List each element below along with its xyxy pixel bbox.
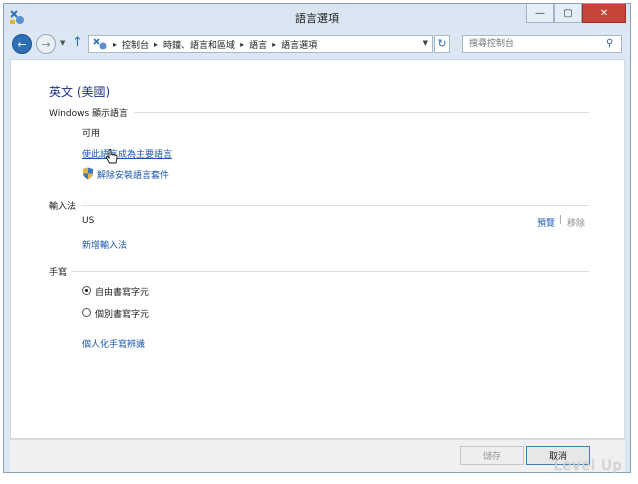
recent-pages-dropdown[interactable]: ▼ — [60, 39, 65, 47]
close-button[interactable]: ✕ — [582, 4, 626, 23]
address-bar[interactable]: ▸ 控制台 ▸ 時鐘、語言和區域 ▸ 語言 ▸ 語言選項 ▼ — [88, 35, 433, 53]
breadcrumb-item-language-options[interactable]: 語言選項 — [281, 38, 317, 51]
footer-bar: 儲存 取消 — [10, 439, 625, 472]
breadcrumb-separator: ▸ — [113, 39, 118, 49]
control-panel-icon — [93, 38, 107, 50]
personalize-handwriting-link[interactable]: 個人化手寫辨識 — [82, 337, 145, 350]
navigation-bar: ← → ▼ ↑ ▸ 控制台 ▸ 時鐘、語言和區域 ▸ 語言 ▸ 語言選項 ▼ ↻… — [4, 30, 630, 58]
hand-cursor-icon — [105, 149, 118, 164]
breadcrumb-item-control-panel[interactable]: 控制台 — [122, 38, 149, 51]
set-primary-language-link[interactable]: 使此語言成為主要語言 — [82, 147, 172, 160]
input-method-item: US — [82, 216, 95, 226]
refresh-button[interactable]: ↻ — [434, 35, 450, 53]
section-divider — [71, 271, 589, 272]
remove-link[interactable]: 移除 — [567, 216, 585, 229]
add-input-method-link[interactable]: 新增輸入法 — [82, 238, 127, 251]
language-options-window: 語言選項 — ▢ ✕ ← → ▼ ↑ ▸ 控制台 ▸ 時鐘、語言和區域 ▸ 語言… — [3, 3, 631, 473]
individual-handwriting-radio[interactable] — [82, 308, 91, 317]
breadcrumb-item-clock-language-region[interactable]: 時鐘、語言和區域 — [163, 38, 235, 51]
maximize-button[interactable]: ▢ — [554, 4, 582, 23]
watermark: Level Up — [554, 458, 623, 474]
display-language-status: 可用 — [82, 129, 101, 139]
address-dropdown-icon[interactable]: ▼ — [423, 39, 428, 47]
individual-handwriting-label[interactable]: 個別書寫字元 — [95, 307, 149, 320]
up-button[interactable]: ↑ — [72, 35, 83, 50]
freeform-handwriting-radio[interactable] — [82, 286, 91, 295]
section-divider — [81, 205, 589, 206]
uac-shield-icon — [83, 167, 93, 180]
section-divider — [134, 112, 589, 113]
main-content: 英文 (美國) Windows 顯示語言 可用 使此語言成為主要語言 解除安裝語… — [10, 59, 625, 439]
breadcrumb-separator[interactable]: ▸ — [272, 40, 276, 49]
back-button[interactable]: ← — [12, 34, 32, 54]
display-language-title: Windows 顯示語言 — [49, 109, 129, 119]
title-bar: 語言選項 — ▢ ✕ — [4, 4, 630, 30]
save-button[interactable]: 儲存 — [460, 446, 524, 465]
breadcrumb-separator[interactable]: ▸ — [154, 40, 158, 49]
search-icon[interactable]: ⚲ — [606, 38, 613, 49]
link-divider: | — [559, 215, 563, 225]
page-heading: 英文 (美國) — [49, 85, 111, 99]
preview-link[interactable]: 預覽 — [537, 216, 555, 229]
breadcrumb-separator[interactable]: ▸ — [240, 40, 244, 49]
minimize-button[interactable]: — — [526, 4, 554, 23]
uninstall-language-pack-link[interactable]: 解除安裝語言套件 — [97, 168, 169, 181]
input-method-title: 輸入法 — [49, 202, 77, 212]
breadcrumb-item-language[interactable]: 語言 — [249, 38, 267, 51]
search-input[interactable] — [462, 35, 622, 53]
freeform-handwriting-label[interactable]: 自由書寫字元 — [95, 285, 149, 298]
breadcrumb: ▸ 控制台 ▸ 時鐘、語言和區域 ▸ 語言 ▸ 語言選項 — [108, 38, 317, 51]
forward-button[interactable]: → — [36, 34, 56, 54]
handwriting-title: 手寫 — [49, 268, 68, 278]
